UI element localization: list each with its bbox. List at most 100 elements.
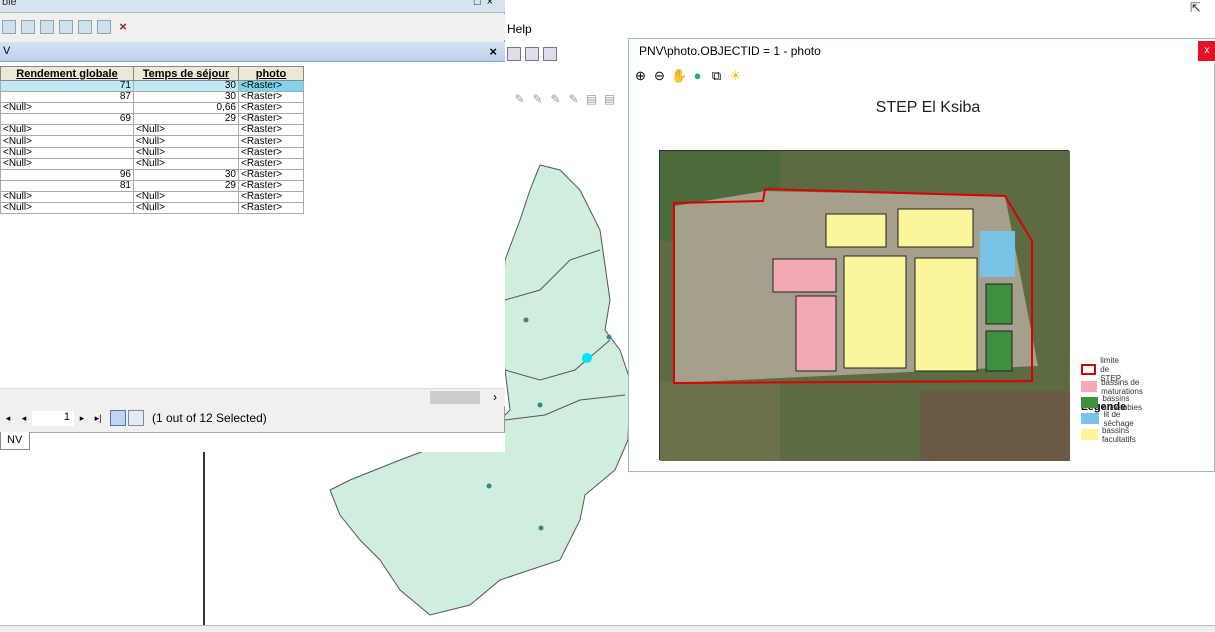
map-point[interactable]	[486, 483, 492, 489]
table-cell[interactable]: <Null>	[0, 124, 134, 137]
chevron-right-icon[interactable]: ›	[493, 390, 497, 404]
edit-tool-icon[interactable]: ✎	[566, 92, 581, 106]
select-by-attributes-icon[interactable]	[40, 20, 54, 34]
table-cell[interactable]: <Null>	[133, 135, 239, 148]
table-cell[interactable]: 29	[133, 113, 239, 126]
table-cell[interactable]: <Raster>	[238, 79, 304, 93]
tool-icon[interactable]	[525, 47, 539, 61]
table-cell[interactable]: <Raster>	[238, 113, 304, 126]
scrollbar-thumb[interactable]	[430, 391, 480, 404]
table-tab[interactable]: NV	[0, 432, 30, 450]
table-cell[interactable]: <Null>	[0, 202, 134, 215]
table-cell[interactable]: <Null>	[133, 146, 239, 159]
table-cell[interactable]: <Null>	[0, 157, 134, 170]
table-cell[interactable]: <Raster>	[238, 124, 304, 137]
legend-item: bassins de maturations	[1081, 378, 1151, 396]
table-cell[interactable]: <Null>	[0, 146, 134, 159]
current-record-input[interactable]: 1	[32, 410, 74, 426]
table-row[interactable]: <Null> <Null> <Raster>	[0, 135, 304, 148]
edit-tool-icon[interactable]: ✎	[512, 92, 527, 106]
table-cell[interactable]: <Raster>	[238, 190, 304, 204]
table-cell[interactable]: <Null>	[0, 135, 134, 148]
clear-selection-icon[interactable]	[78, 20, 92, 34]
table-cell[interactable]: <Raster>	[238, 202, 304, 215]
show-all-records-button[interactable]	[110, 410, 126, 426]
table-cell[interactable]: <Null>	[0, 102, 134, 115]
table-row[interactable]: <Null> <Null> <Raster>	[0, 190, 304, 204]
table-row[interactable]: 87 30 <Raster>	[0, 91, 304, 104]
table-cell[interactable]: <Null>	[133, 124, 239, 137]
table-cell[interactable]: <Raster>	[238, 179, 304, 192]
table-icon[interactable]: ▤	[602, 92, 617, 106]
zoom-out-icon[interactable]: ⊖	[652, 68, 667, 83]
edit-tool-icon[interactable]: ✎	[530, 92, 545, 106]
table-cell[interactable]: <Raster>	[238, 102, 304, 115]
tool-icon[interactable]	[543, 47, 557, 61]
next-record-icon[interactable]: ▸	[74, 413, 90, 424]
column-header[interactable]: Rendement globale	[0, 66, 134, 81]
table-cell[interactable]: 30	[133, 91, 239, 104]
restore-icon[interactable]: ⇱	[1190, 0, 1201, 16]
table-cell[interactable]: 69	[0, 113, 134, 126]
horizontal-scrollbar[interactable]: ›	[0, 388, 505, 406]
table-row[interactable]: <Null> <Null> <Raster>	[0, 146, 304, 159]
column-header[interactable]: Temps de séjour	[133, 66, 239, 81]
table-options-icon[interactable]	[2, 20, 16, 34]
table-icon[interactable]: ▤	[584, 92, 599, 106]
table-cell[interactable]: 87	[0, 91, 134, 104]
show-selected-records-button[interactable]	[128, 410, 144, 426]
table-cell[interactable]: <Raster>	[238, 157, 304, 170]
table-cell[interactable]: 29	[133, 179, 239, 192]
table-cell[interactable]: <Null>	[133, 157, 239, 170]
menu-help[interactable]: Help	[507, 22, 532, 36]
switch-selection-icon[interactable]	[59, 20, 73, 34]
table-row[interactable]: <Null> <Null> <Raster>	[0, 157, 304, 170]
table-cell[interactable]: 30	[133, 168, 239, 181]
table-cell[interactable]: 81	[0, 179, 134, 192]
table-cell[interactable]: <Raster>	[238, 91, 304, 104]
map-point[interactable]	[523, 317, 529, 323]
selected-map-point[interactable]	[582, 353, 592, 363]
table-row[interactable]: 71 30 <Raster>	[0, 79, 304, 93]
table-cell[interactable]: <Raster>	[238, 168, 304, 181]
edit-tool-icon[interactable]: ✎	[548, 92, 563, 106]
table-cell[interactable]: <Raster>	[238, 146, 304, 159]
close-button[interactable]: x	[1198, 41, 1215, 61]
table-row[interactable]: 69 29 <Raster>	[0, 113, 304, 126]
map-point[interactable]	[538, 525, 544, 531]
table-cell[interactable]: <Null>	[0, 190, 134, 204]
table-row[interactable]: <Null> <Null> <Raster>	[0, 124, 304, 137]
open-external-icon[interactable]: ⧉	[709, 68, 724, 83]
last-record-icon[interactable]: ▸|	[90, 413, 106, 424]
photo-window-title: PNV\photo.OBJECTID = 1 - photo	[639, 44, 821, 58]
first-record-icon[interactable]: ◂	[0, 413, 16, 424]
pan-hand-icon[interactable]: ✋	[671, 68, 687, 83]
full-extent-globe-icon[interactable]: ●	[690, 68, 705, 83]
table-cell[interactable]: 0,66	[133, 102, 239, 115]
zoom-in-icon[interactable]: ⊕	[633, 68, 648, 83]
table-cell[interactable]: <Raster>	[238, 135, 304, 148]
sun-icon[interactable]: ☀	[728, 68, 743, 83]
delete-selected-icon[interactable]: ×	[116, 20, 130, 34]
table-row[interactable]: <Null> 0,66 <Raster>	[0, 102, 304, 115]
map-point[interactable]	[537, 402, 543, 408]
satellite-map-drawing	[660, 151, 1070, 461]
table-row[interactable]: 81 29 <Raster>	[0, 179, 304, 192]
table-window-titlebar[interactable]: ble □×	[0, 0, 505, 13]
window-controls[interactable]: □×	[474, 0, 499, 8]
tool-icon[interactable]	[507, 47, 521, 61]
related-tables-icon[interactable]	[21, 20, 35, 34]
map-point[interactable]	[606, 334, 612, 340]
previous-record-icon[interactable]: ◂	[16, 413, 32, 424]
table-cell[interactable]: <Null>	[133, 190, 239, 204]
column-header[interactable]: photo	[238, 66, 304, 81]
table-row[interactable]: 96 30 <Raster>	[0, 168, 304, 181]
table-cell[interactable]: 96	[0, 168, 134, 181]
table-cell[interactable]: 71	[0, 79, 134, 93]
table-cell[interactable]: 30	[133, 79, 239, 93]
close-icon[interactable]: ×	[489, 44, 497, 59]
table-row[interactable]: <Null> <Null> <Raster>	[0, 202, 304, 215]
photo-window-titlebar[interactable]: PNV\photo.OBJECTID = 1 - photo x	[629, 39, 1215, 63]
table-cell[interactable]: <Null>	[133, 202, 239, 215]
zoom-to-selected-icon[interactable]	[97, 20, 111, 34]
